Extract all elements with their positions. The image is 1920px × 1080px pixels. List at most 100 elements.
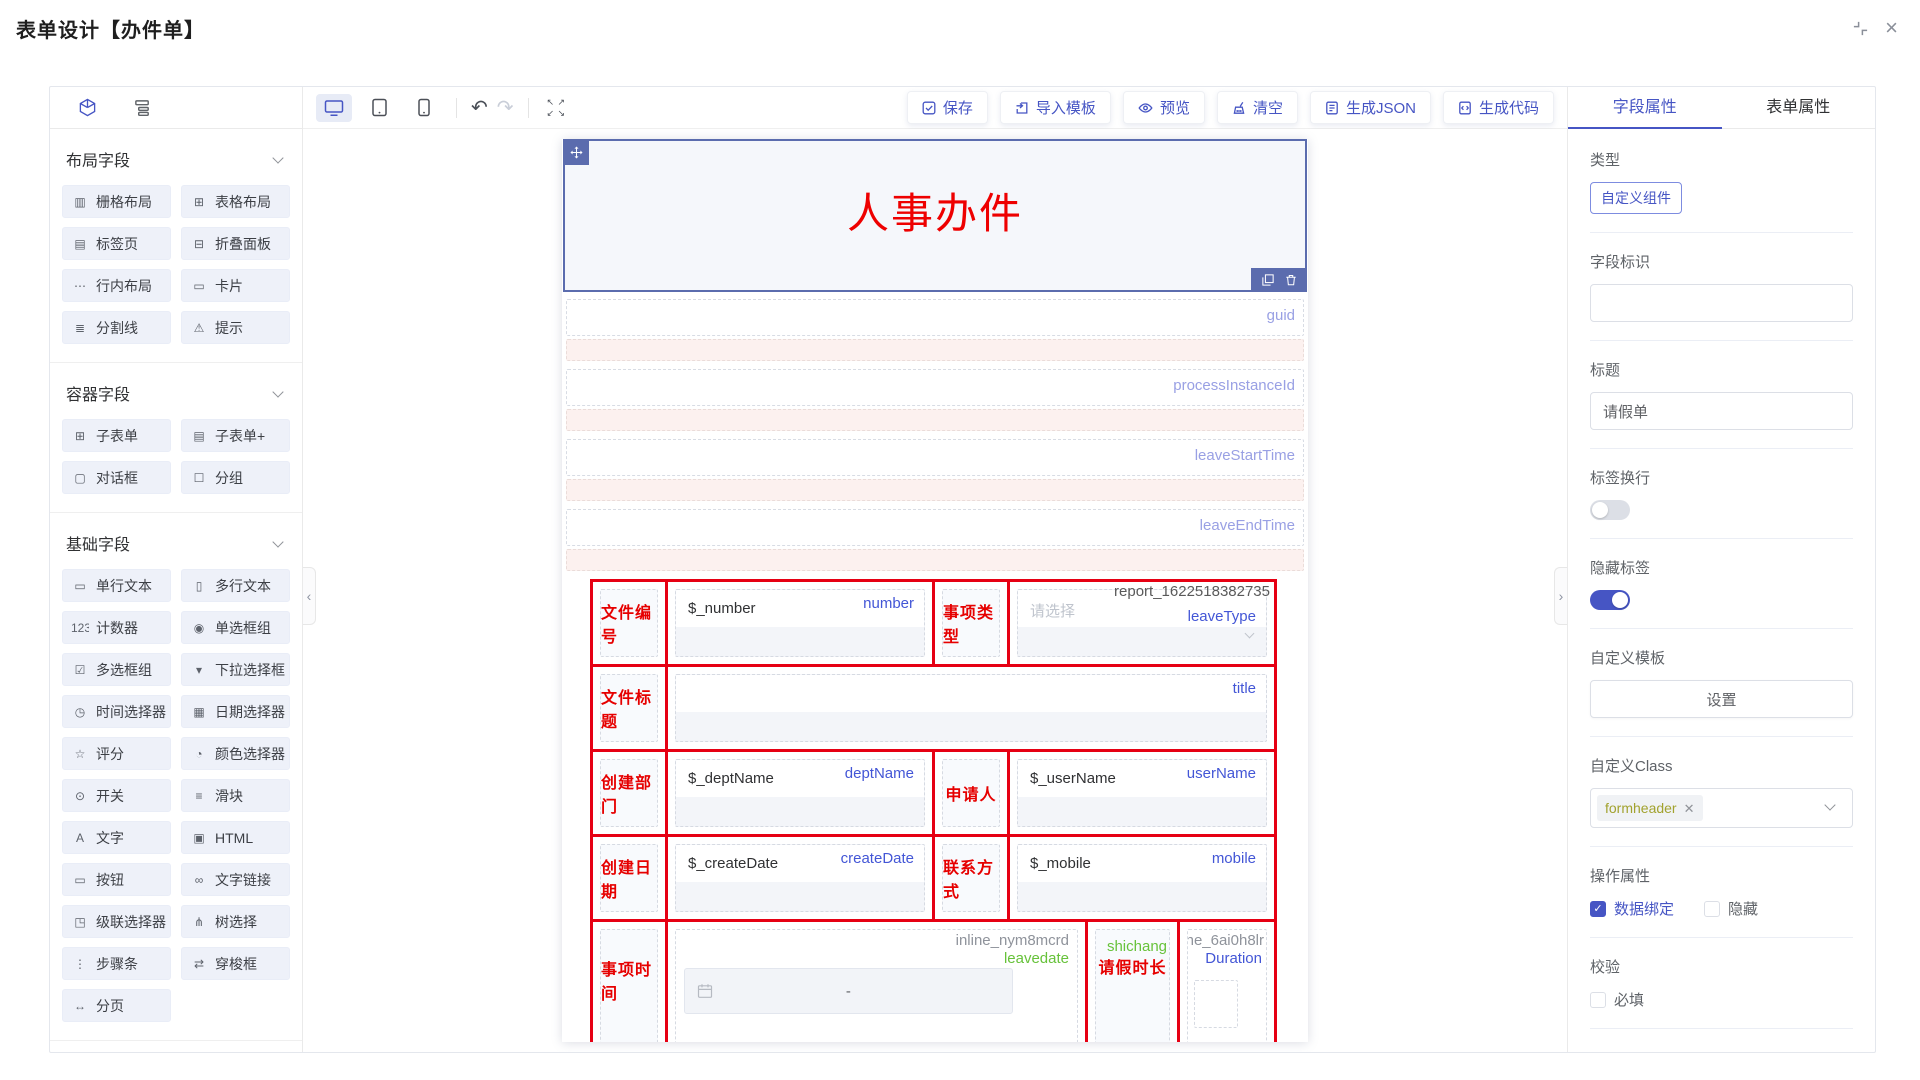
table-cell[interactable]: $_number number [668,582,935,664]
palette-item[interactable]: ▢ 对话框 [62,461,171,494]
import-template-button[interactable]: 导入模板 [1000,91,1111,124]
palette-item[interactable]: ▥ 栅格布局 [62,185,171,218]
hidden-field-row[interactable]: processInstanceId [566,369,1304,406]
hide-label-toggle[interactable] [1590,590,1630,610]
table-cell[interactable]: ine_6ai0h8lr Duration [1180,922,1274,1042]
palette-item[interactable]: ▣ HTML [181,821,290,854]
tab-field-properties[interactable]: 字段属性 [1568,87,1722,128]
table-cell[interactable]: 创建部门 [593,752,668,834]
table-cell[interactable]: 申请人 [935,752,1010,834]
palette-item[interactable]: ◷ 时间选择器 [62,695,171,728]
selected-form-header-component[interactable]: 人事办件 [563,139,1307,292]
custom-class-select[interactable]: formheader ✕ [1590,788,1853,828]
palette-item[interactable]: ⋯ 行内布局 [62,269,171,302]
palette-item[interactable]: ⋮ 步骤条 [62,947,171,980]
palette-item[interactable]: ▯ 多行文本 [181,569,290,602]
undo-icon[interactable]: ↶ [471,98,488,118]
close-icon[interactable]: × [1885,17,1898,39]
move-handle-icon[interactable] [563,139,589,165]
fullscreen-icon[interactable]: ↖↗↙↘ [547,98,567,118]
required-option[interactable]: 必填 [1590,989,1644,1010]
checkbox-icon[interactable] [1704,901,1720,917]
palette-item[interactable]: ▭ 按钮 [62,863,171,896]
palette-item[interactable]: ∞ 文字链接 [181,863,290,896]
text-input-preview[interactable]: $_number number [676,590,924,627]
redo-icon[interactable]: ↷ [497,98,514,118]
table-cell[interactable]: 创建日期 [593,837,668,919]
palette-item[interactable]: ⇄ 穿梭框 [181,947,290,980]
table-cell[interactable]: title [668,667,1274,749]
copy-component-icon[interactable] [1262,274,1274,286]
palette-item[interactable]: ◔ 颜色选择器 [181,737,290,770]
palette-item[interactable]: ▾ 下拉选择框 [181,653,290,686]
palette-item[interactable]: ▤ 标签页 [62,227,171,260]
palette-item[interactable]: ▭ 单行文本 [62,569,171,602]
palette-item[interactable]: ☑ 多选框组 [62,653,171,686]
tab-form-properties[interactable]: 表单属性 [1722,87,1876,128]
collapse-left-panel-handle[interactable]: ‹ [303,567,316,625]
label-wrap-toggle[interactable] [1590,500,1630,520]
components-tab-cube-icon[interactable] [78,98,97,117]
hidden-field-row[interactable]: guid [566,299,1304,336]
table-cell[interactable]: 文件编号 [593,582,668,664]
duration-input-preview[interactable] [1194,980,1238,1028]
compress-icon[interactable] [1852,20,1869,37]
table-cell[interactable]: $_userName userName [1010,752,1274,834]
mobile-view-button[interactable] [406,94,442,122]
checkbox-checked-icon[interactable]: ✓ [1590,901,1606,917]
date-range-picker[interactable]: - [684,968,1013,1014]
palette-item[interactable]: ⚠ 提示 [181,311,290,344]
field-key-input[interactable] [1590,284,1853,322]
section-header[interactable]: 基础字段 [62,525,290,569]
title-input[interactable] [1590,392,1853,430]
palette-item[interactable]: ⊞ 表格布局 [181,185,290,218]
table-cell[interactable]: $_createDate createDate [668,837,935,919]
desktop-view-button[interactable] [316,94,352,122]
table-cell[interactable]: $_deptName deptName [668,752,935,834]
palette-item[interactable]: 123 计数器 [62,611,171,644]
palette-item[interactable]: A 文字 [62,821,171,854]
tablet-view-button[interactable] [361,94,397,122]
palette-item[interactable]: ↔ 分页 [62,989,171,1022]
text-input-preview[interactable]: $_createDate createDate [676,845,924,882]
outline-tree-tab-icon[interactable] [133,98,152,117]
text-input-preview[interactable]: title [676,675,1266,712]
palette-item[interactable]: ▤ 子表单+ [181,419,290,452]
text-input-preview[interactable]: $_deptName deptName [676,760,924,797]
palette-item[interactable]: ☐ 分组 [181,461,290,494]
palette-item[interactable]: ▦ 日期选择器 [181,695,290,728]
canvas-work-area[interactable]: ‹ › 人事办件 [303,129,1567,1052]
palette-item[interactable]: ⋔ 树选择 [181,905,290,938]
generate-code-button[interactable]: 生成代码 [1443,91,1554,124]
table-cell[interactable]: shichang 请假时长 [1088,922,1180,1042]
custom-template-settings-button[interactable]: 设置 [1590,680,1853,718]
text-input-preview[interactable]: $_userName userName [1018,760,1266,797]
data-binding-option[interactable]: ✓ 数据绑定 [1590,898,1674,919]
table-cell[interactable]: 联系方式 [935,837,1010,919]
delete-component-icon[interactable] [1285,274,1297,286]
palette-item[interactable]: ▭ 卡片 [181,269,290,302]
palette-item[interactable]: ≡ 滑块 [181,779,290,812]
clear-button[interactable]: 清空 [1217,91,1298,124]
table-cell[interactable]: $_mobile mobile [1010,837,1274,919]
generate-json-button[interactable]: 生成JSON [1310,91,1431,124]
preview-button[interactable]: 预览 [1123,91,1205,124]
section-header[interactable]: 容器字段 [62,375,290,419]
hidden-option[interactable]: 隐藏 [1704,898,1758,919]
text-input-preview[interactable]: $_mobile mobile [1018,845,1266,882]
palette-item[interactable]: ≣ 分割线 [62,311,171,344]
palette-item[interactable]: ⊙ 开关 [62,779,171,812]
palette-item[interactable]: ☆ 评分 [62,737,171,770]
save-button[interactable]: 保存 [907,91,988,124]
table-cell[interactable]: 文件标题 [593,667,668,749]
table-cell[interactable]: inline_nym8mcrd leavedate - [668,922,1088,1042]
hidden-field-row[interactable]: leaveStartTime [566,439,1304,476]
collapse-right-panel-handle[interactable]: › [1554,567,1567,625]
remove-tag-icon[interactable]: ✕ [1684,802,1695,815]
palette-item[interactable]: ◉ 单选框组 [181,611,290,644]
hidden-field-row[interactable]: leaveEndTime [566,509,1304,546]
checkbox-icon[interactable] [1590,992,1606,1008]
palette-item[interactable]: ⊟ 折叠面板 [181,227,290,260]
section-header[interactable]: 布局字段 [62,141,290,185]
palette-item[interactable]: ⊞ 子表单 [62,419,171,452]
